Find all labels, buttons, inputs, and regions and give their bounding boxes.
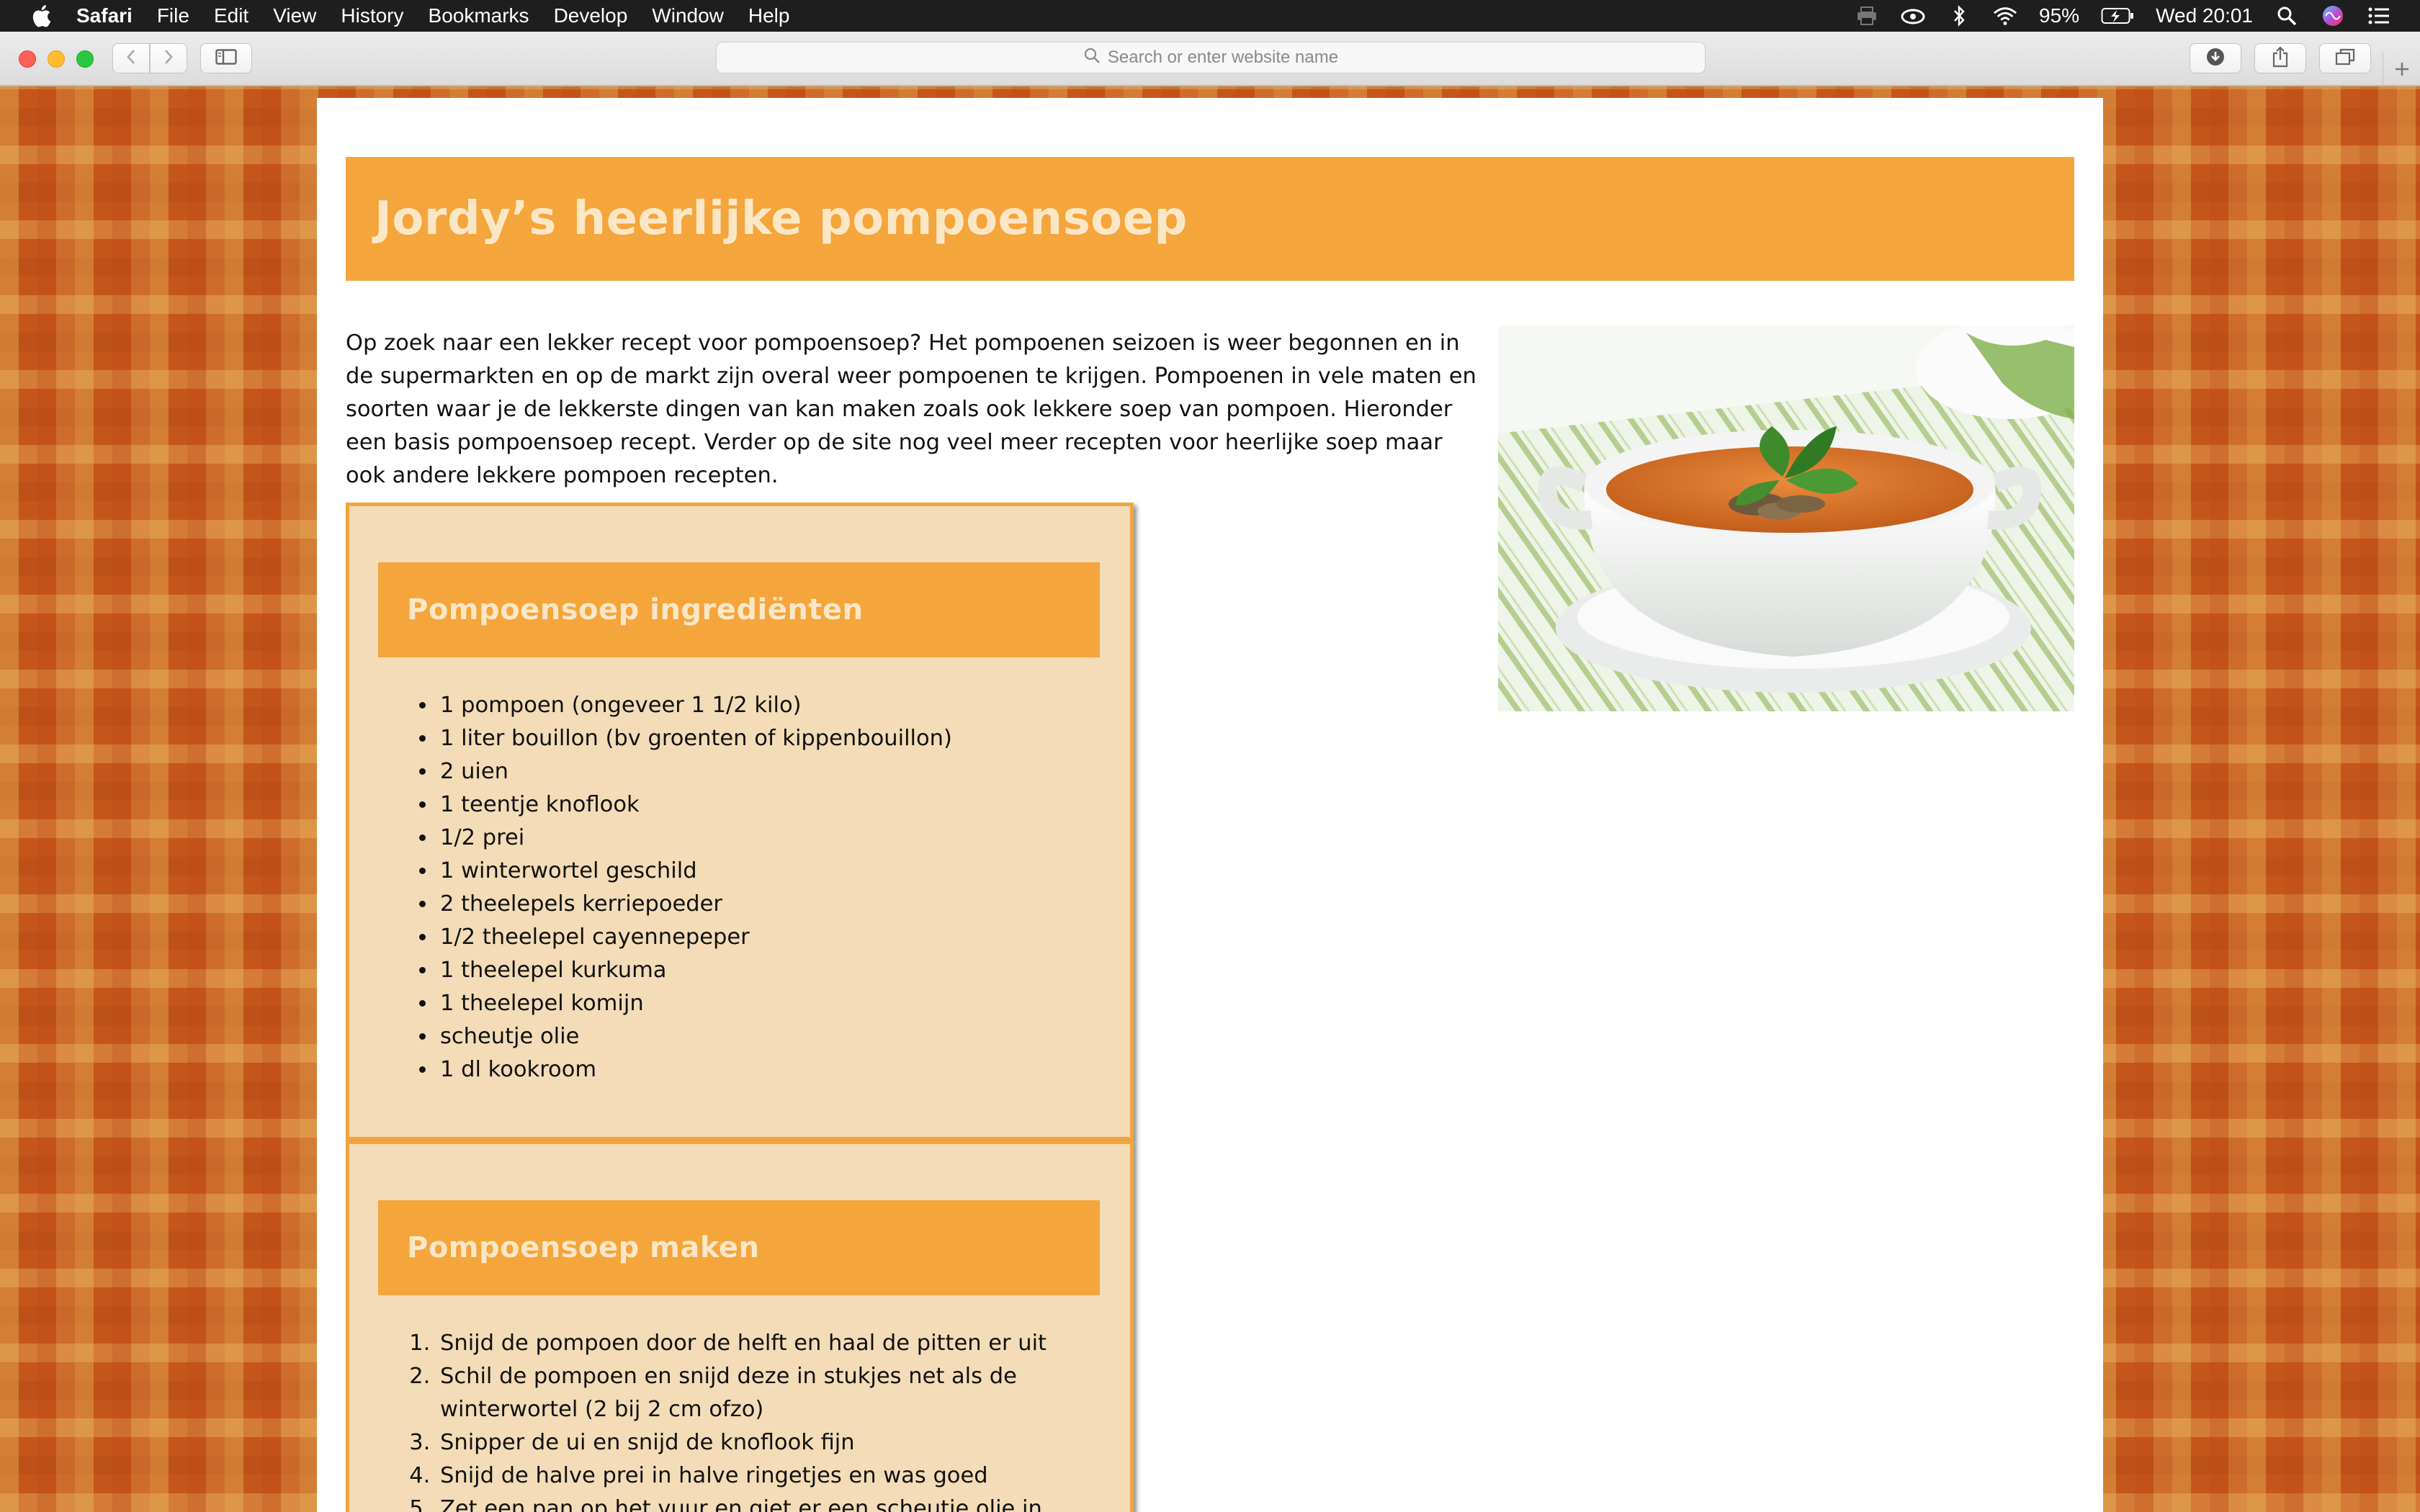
ingredient-item: 2 uien [437, 755, 1085, 788]
tabs-icon [2335, 48, 2355, 68]
ingredient-item: 1 theelepel kurkuma [437, 954, 1085, 987]
ingredient-item: 1 pompoen (ongeveer 1 1/2 kilo) [437, 689, 1085, 722]
page-container: Jordy’s heerlijke pompoensoep Op zoek na… [317, 98, 2103, 1512]
notification-center-icon[interactable] [2367, 4, 2391, 28]
browser-toolbar: Search or enter website name [0, 32, 2420, 86]
steps-title: Pompoensoep maken [407, 1231, 760, 1264]
plus-icon [2394, 55, 2410, 84]
creative-cloud-icon[interactable] [1901, 4, 1925, 28]
menu-help[interactable]: Help [748, 4, 790, 27]
step-item: Schil de pompoen en snijd deze in stukje… [437, 1360, 1085, 1426]
tab-overview-button[interactable] [2319, 43, 2371, 73]
menu-window[interactable]: Window [652, 4, 724, 27]
steps-header: Pompoensoep maken [378, 1200, 1100, 1295]
status-area: 95% Wed 20:01 [1855, 0, 2391, 32]
ingredients-title: Pompoensoep ingrediënten [407, 593, 864, 626]
ingredient-item: 1 teentje knoflook [437, 788, 1085, 822]
bluetooth-icon[interactable] [1947, 4, 1971, 28]
address-placeholder: Search or enter website name [1107, 48, 1339, 67]
battery-percentage[interactable]: 95% [2039, 4, 2079, 27]
intro-paragraph: Op zoek naar een lekker recept voor pomp… [346, 330, 1476, 488]
web-viewport[interactable]: Jordy’s heerlijke pompoensoep Op zoek na… [0, 86, 2420, 1512]
battery-charging-icon[interactable] [2101, 4, 2134, 28]
page-title: Jordy’s heerlijke pompoensoep [375, 192, 1188, 246]
menu-history[interactable]: History [341, 4, 403, 27]
download-icon [2205, 47, 2226, 70]
spotlight-search-icon[interactable] [2275, 4, 2299, 28]
steps-list: Snijd de pompoen door de helft en haal d… [437, 1327, 1085, 1512]
menu-view[interactable]: View [273, 4, 316, 27]
search-icon [1083, 47, 1101, 69]
sidebar-toggle-button[interactable] [200, 43, 252, 73]
menu-app-safari[interactable]: Safari [76, 4, 133, 27]
ingredient-item: 1/2 prei [437, 822, 1085, 855]
ingredients-box: Pompoensoep ingrediënten 1 pompoen (onge… [346, 503, 1134, 1140]
siri-icon[interactable] [2321, 4, 2345, 28]
ingredient-item: 1 dl kookroom [437, 1053, 1085, 1086]
sidebar-icon [215, 49, 237, 68]
back-button[interactable] [112, 43, 150, 73]
share-icon [2272, 46, 2289, 71]
ingredient-item: 1 winterwortel geschild [437, 855, 1085, 888]
apple-menu-icon[interactable] [27, 2, 55, 30]
ingredient-item: scheutje olie [437, 1020, 1085, 1053]
downloads-button[interactable] [2190, 43, 2241, 73]
ingredients-list: 1 pompoen (ongeveer 1 1/2 kilo) 1 liter … [437, 689, 1085, 1086]
window-zoom-button[interactable] [76, 50, 94, 68]
address-bar[interactable]: Search or enter website name [716, 42, 1706, 73]
ingredient-item: 2 theelepels kerriepoeder [437, 888, 1085, 921]
window-close-button[interactable] [19, 50, 36, 68]
window-minimize-button[interactable] [48, 50, 65, 68]
step-item: Zet een pan op het vuur en giet er een s… [437, 1493, 1085, 1512]
menu-clock[interactable]: Wed 20:01 [2156, 4, 2253, 27]
page-header: Jordy’s heerlijke pompoensoep [346, 157, 2074, 281]
wifi-icon[interactable] [1993, 4, 2017, 28]
menu-file[interactable]: File [157, 4, 189, 27]
printer-icon[interactable] [1855, 4, 1879, 28]
chevron-right-icon [163, 48, 174, 68]
ingredient-item: 1/2 theelepel cayennepeper [437, 921, 1085, 954]
chevron-left-icon [125, 48, 137, 68]
menu-edit[interactable]: Edit [214, 4, 248, 27]
new-tab-button[interactable] [2383, 52, 2420, 86]
menu-bookmarks[interactable]: Bookmarks [429, 4, 529, 27]
forward-button[interactable] [150, 43, 187, 73]
ingredient-item: 1 liter bouillon (bv groenten of kippenb… [437, 722, 1085, 755]
soup-photo [1498, 325, 2074, 711]
step-item: Snipper de ui en snijd de knoflook fijn [437, 1426, 1085, 1459]
step-item: Snijd de halve prei in halve ringetjes e… [437, 1459, 1085, 1493]
menu-bar: Safari File Edit View History Bookmarks … [0, 0, 2420, 32]
ingredient-item: 1 theelepel komijn [437, 987, 1085, 1020]
share-button[interactable] [2254, 43, 2306, 73]
step-item: Snijd de pompoen door de helft en haal d… [437, 1327, 1085, 1360]
ingredients-header: Pompoensoep ingrediënten [378, 562, 1100, 657]
menu-develop[interactable]: Develop [554, 4, 628, 27]
steps-box: Pompoensoep maken Snijd de pompoen door … [346, 1140, 1134, 1512]
